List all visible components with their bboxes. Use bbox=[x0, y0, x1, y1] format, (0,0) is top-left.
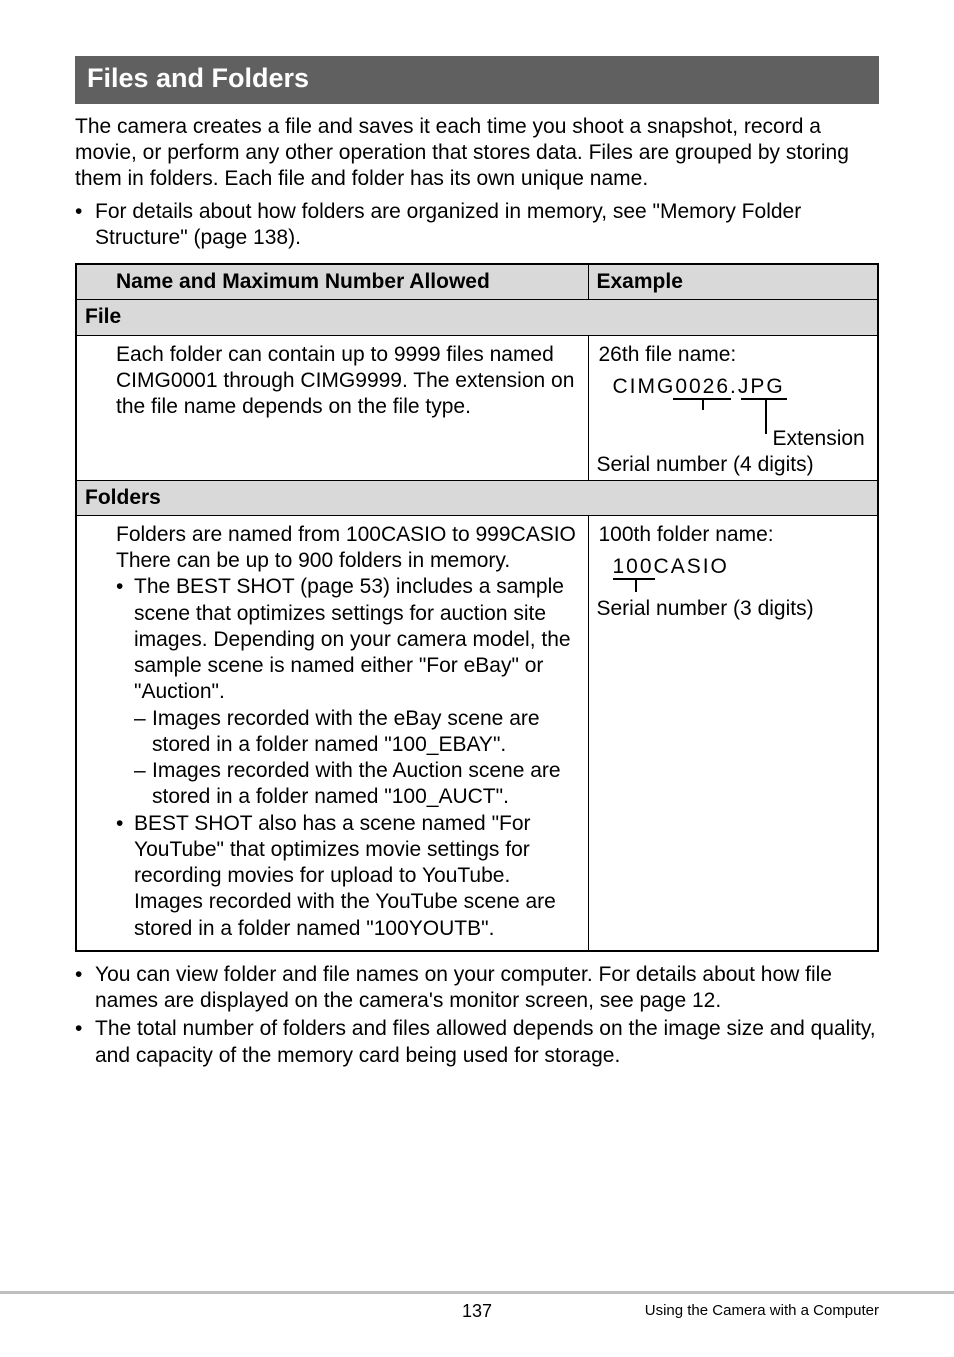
bullet-dot-icon: • bbox=[75, 199, 95, 252]
row-header-file: File bbox=[76, 300, 878, 335]
folders-p1: Folders are named from 100CASIO to 999CA… bbox=[116, 522, 580, 575]
bullet-dot-icon: • bbox=[116, 574, 134, 705]
dash-icon: – bbox=[134, 758, 152, 811]
file-description: Each folder can contain up to 9999 files… bbox=[108, 335, 588, 480]
table-row-folders: Folders are named from 100CASIO to 999CA… bbox=[76, 515, 878, 951]
folder-example-label: 100th folder name: bbox=[599, 522, 868, 548]
table-row-file: Each folder can contain up to 9999 files… bbox=[76, 335, 878, 480]
file-example-cell: 26th file name: CIMG0026.JPG Extension S… bbox=[588, 335, 878, 480]
after-bullet-1: • You can view folder and file names on … bbox=[75, 962, 879, 1015]
underline-ext bbox=[741, 398, 787, 400]
intro-bullet: • For details about how folders are orga… bbox=[75, 199, 879, 252]
connector-folder-serial bbox=[635, 578, 637, 592]
after-bullet-2: • The total number of folders and files … bbox=[75, 1016, 879, 1069]
folder-example-cell: 100th folder name: 100CASIO Serial numbe… bbox=[588, 515, 878, 951]
folders-bullet-2-text: BEST SHOT also has a scene named "For Yo… bbox=[134, 811, 580, 942]
connector-serial bbox=[702, 398, 704, 410]
footer-divider bbox=[0, 1291, 954, 1294]
file-example-name: CIMG0026.JPG bbox=[613, 374, 785, 400]
connector-ext bbox=[765, 398, 767, 434]
bullet-dot-icon: • bbox=[75, 1016, 95, 1069]
after-bullet-2-text: The total number of folders and files al… bbox=[95, 1016, 879, 1069]
page-footer: 137 Using the Camera with a Computer bbox=[0, 1291, 954, 1321]
bullet-dot-icon: • bbox=[75, 962, 95, 1015]
files-folders-table: Name and Maximum Number Allowed Example … bbox=[75, 263, 879, 952]
table-row-file-header: File bbox=[76, 300, 878, 335]
table-row-folders-header: Folders bbox=[76, 480, 878, 515]
folders-subbullet-1b-text: Images recorded with the Auction scene a… bbox=[152, 758, 580, 811]
file-example-label: 26th file name: bbox=[599, 342, 868, 368]
table-header-row: Name and Maximum Number Allowed Example bbox=[76, 264, 878, 300]
folder-serial-label: Serial number (3 digits) bbox=[597, 596, 814, 622]
section-header: Files and Folders bbox=[75, 56, 879, 104]
extension-label: Extension bbox=[773, 426, 865, 452]
footer-section-title: Using the Camera with a Computer bbox=[645, 1302, 879, 1321]
after-bullet-1-text: You can view folder and file names on yo… bbox=[95, 962, 879, 1015]
serial-label: Serial number (4 digits) bbox=[597, 452, 814, 478]
col-name: Name and Maximum Number Allowed bbox=[108, 264, 588, 300]
folders-bullet-1-text: The BEST SHOT (page 53) includes a sampl… bbox=[134, 574, 580, 705]
folder-example-name: 100CASIO bbox=[613, 554, 729, 580]
underline-folder-serial bbox=[613, 578, 655, 580]
intro-paragraph: The camera creates a file and saves it e… bbox=[75, 114, 879, 193]
folders-bullet-2: • BEST SHOT also has a scene named "For … bbox=[116, 811, 580, 942]
col-example: Example bbox=[588, 264, 878, 300]
intro-bullet-text: For details about how folders are organi… bbox=[95, 199, 879, 252]
page-number: 137 bbox=[462, 1300, 492, 1323]
dash-icon: – bbox=[134, 706, 152, 759]
bullet-dot-icon: • bbox=[116, 811, 134, 942]
folders-bullet-1: • The BEST SHOT (page 53) includes a sam… bbox=[116, 574, 580, 705]
folders-subbullet-1a-text: Images recorded with the eBay scene are … bbox=[152, 706, 580, 759]
folders-description: Folders are named from 100CASIO to 999CA… bbox=[108, 515, 588, 951]
folders-subbullet-1a: – Images recorded with the eBay scene ar… bbox=[116, 706, 580, 759]
row-header-folders: Folders bbox=[76, 480, 878, 515]
folders-subbullet-1b: – Images recorded with the Auction scene… bbox=[116, 758, 580, 811]
